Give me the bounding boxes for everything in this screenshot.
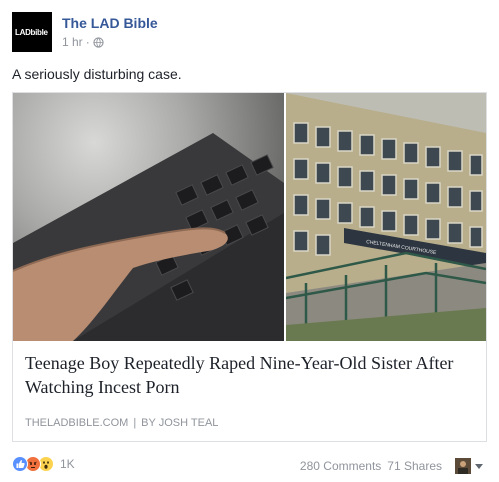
link-headline[interactable]: Teenage Boy Repeatedly Raped Nine-Year-O…	[25, 351, 475, 399]
courthouse-illustration: CHELTENHAM COURTHOUSE	[286, 93, 486, 341]
post-meta: 1 hr ·	[62, 35, 104, 49]
facebook-post: LADbible The LAD Bible 1 hr · A seriousl…	[0, 0, 499, 482]
link-source: THELADBIBLE.COM | BY JOSH TEAL	[25, 417, 218, 429]
courthouse-photo: CHELTENHAM COURTHOUSE	[286, 93, 486, 341]
reaction-count[interactable]: 1K	[60, 457, 75, 471]
avatar-logo-text: LADbible	[15, 28, 48, 37]
page-avatar[interactable]: LADbible	[12, 12, 52, 52]
link-preview-image[interactable]: CHELTENHAM COURTHOUSE	[13, 93, 486, 341]
like-icon	[12, 456, 28, 472]
shares-count-link[interactable]: 71 Shares	[387, 459, 442, 473]
keyboard-illustration	[13, 133, 284, 341]
laptop-keyboard-photo	[13, 93, 284, 341]
link-preview-card[interactable]: CHELTENHAM COURTHOUSE Teenage Boy Repeat…	[12, 92, 487, 442]
reactions-summary[interactable]: 1K	[12, 456, 75, 472]
link-byline: BY JOSH TEAL	[141, 417, 219, 429]
link-domain: THELADBIBLE.COM	[25, 417, 129, 429]
source-separator: |	[133, 417, 137, 429]
link-preview-body[interactable]: Teenage Boy Repeatedly Raped Nine-Year-O…	[13, 341, 486, 441]
comments-count-link[interactable]: 280 Comments	[300, 459, 381, 473]
chevron-down-icon[interactable]	[475, 464, 483, 469]
post-caption: A seriously disturbing case.	[12, 66, 182, 82]
timestamp-link[interactable]: 1 hr	[62, 35, 83, 49]
meta-separator: ·	[85, 35, 90, 49]
globe-icon[interactable]	[93, 36, 104, 48]
page-name-link[interactable]: The LAD Bible	[62, 15, 158, 31]
viewer-avatar[interactable]	[455, 458, 471, 474]
post-stats: 280 Comments 71 Shares	[300, 459, 442, 473]
